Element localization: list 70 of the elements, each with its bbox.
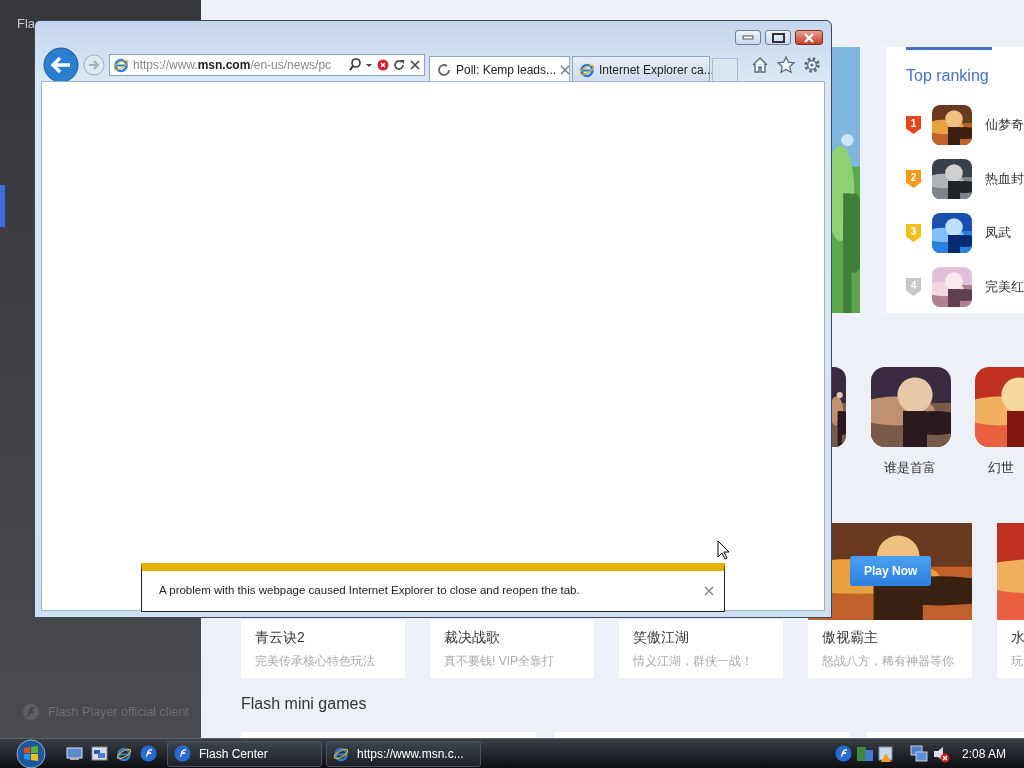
app-icon[interactable] [140, 745, 157, 762]
app-icon [174, 745, 191, 762]
close-icon[interactable] [409, 58, 421, 72]
active-indicator [0, 185, 5, 227]
maximize-icon [771, 32, 785, 43]
logo-icon [22, 703, 40, 722]
game-card[interactable]: 笑傲江湖 情义江湖，群侠一战！ [619, 620, 783, 678]
show-desktop-icon[interactable] [66, 746, 83, 761]
browser-icon [579, 61, 595, 78]
game-name[interactable]: 幻世 [975, 458, 1024, 478]
ranking-item[interactable]: 3 凤武 [906, 206, 1024, 260]
app-icon[interactable] [834, 745, 852, 762]
rank-badge: 3 [906, 224, 921, 242]
ranking-item[interactable]: 2 热血封 [906, 152, 1024, 206]
star-icon[interactable] [777, 56, 795, 74]
tray-icon[interactable] [855, 744, 874, 763]
card-subtitle: 情义江湖，群侠一战！ [632, 653, 754, 670]
game-card[interactable]: 水 玩 [997, 620, 1024, 678]
minimize-button[interactable] [735, 30, 761, 45]
browser-icon [333, 745, 349, 762]
game-name: 仙梦奇 [985, 116, 1024, 135]
card-subtitle: 玩 [1010, 653, 1024, 670]
cursor-icon [717, 540, 730, 560]
game-card[interactable]: 青云诀2 完美传承核心特色玩法 [241, 620, 405, 678]
start-button[interactable] [14, 738, 48, 768]
section-title[interactable]: Top ranking [906, 64, 1024, 88]
minimize-icon [742, 35, 754, 40]
close-icon [804, 32, 814, 43]
close-button[interactable] [795, 30, 823, 45]
game-name: 凤武 [985, 224, 1011, 243]
card-title: 裁决战歌 [443, 628, 501, 647]
browser-icon [113, 57, 129, 73]
warning-icon[interactable] [877, 744, 894, 763]
game-name: 完美红 [985, 278, 1024, 297]
loading-icon [436, 61, 452, 78]
notification-text: A problem with this webpage caused Internet Explorer to close and reopen the tab. [159, 583, 580, 599]
card-title: 傲视霸主 [821, 628, 879, 647]
section-heading: Flash mini games [241, 694, 368, 714]
browser-tab[interactable]: Poll: Kemp leads... [429, 56, 570, 82]
address-field[interactable]: https://www.msn.com/en-us/news/pc [109, 54, 425, 76]
network-icon[interactable] [909, 744, 928, 763]
browser-tab[interactable]: Internet Explorer ca... [572, 56, 710, 82]
settings-icon[interactable] [803, 56, 821, 74]
home-icon[interactable] [751, 56, 769, 74]
taskbar-button[interactable]: https://www.msn.c... [326, 740, 481, 767]
browser-icon[interactable] [116, 745, 132, 762]
game-card[interactable]: 裁决战歌 真不要钱! VIP全靠打 [430, 620, 594, 678]
card-title: 水 [1010, 628, 1024, 647]
taskbar-button[interactable]: Flash Center [167, 740, 322, 767]
close-icon[interactable] [560, 64, 571, 75]
stop-icon[interactable] [377, 58, 389, 72]
card-title: 青云诀2 [254, 628, 306, 647]
game-name: 热血封 [985, 170, 1024, 189]
app-title: Fla [17, 15, 36, 33]
back-button[interactable] [43, 47, 79, 83]
refresh-icon[interactable] [393, 58, 405, 72]
clock: 2:08 AM [961, 745, 1006, 763]
game-card[interactable]: 傲视霸主 怒战八方，稀有神器等你 [808, 620, 972, 678]
card-subtitle: 完美传承核心特色玩法 [254, 653, 376, 670]
switch-windows-icon[interactable] [91, 746, 108, 761]
game-name[interactable]: 谁是首富 [871, 458, 951, 478]
ranking-item[interactable]: 1 仙梦奇 [906, 98, 1024, 152]
card-subtitle: 真不要钱! VIP全靠打 [443, 653, 555, 670]
rank-badge: 1 [906, 116, 921, 134]
maximize-button[interactable] [765, 30, 791, 45]
rank-badge: 2 [906, 170, 921, 188]
card-title: 笑傲江湖 [632, 628, 690, 647]
search-icon[interactable] [349, 58, 361, 72]
card-subtitle: 怒战八方，稀有神器等你 [821, 653, 955, 670]
volume-muted-icon[interactable] [931, 744, 950, 763]
